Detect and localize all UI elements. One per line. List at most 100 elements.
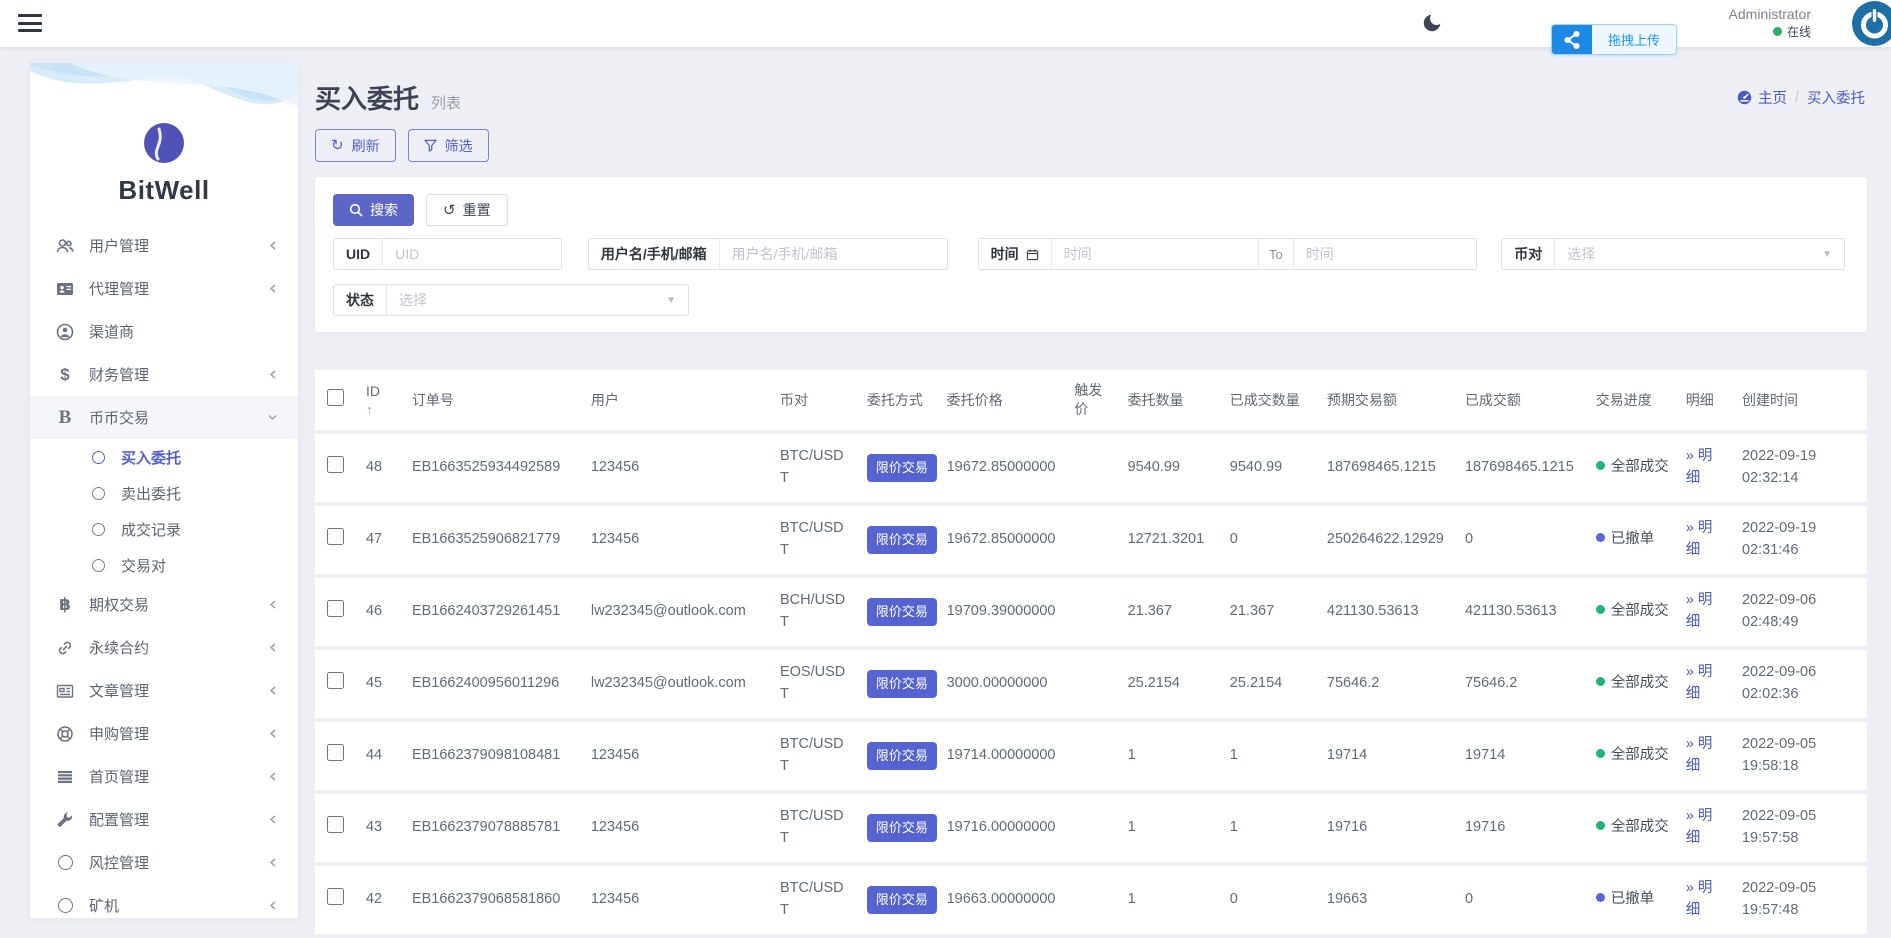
col-header-id[interactable]: ID↑ <box>358 370 404 430</box>
cell-order-no: EB1662403729261451 <box>404 578 583 646</box>
cell-expected-amount: 75646.2 <box>1319 650 1457 718</box>
hamburger-menu-icon[interactable] <box>18 13 42 33</box>
sidebar-subitem-buy-orders[interactable]: 买入委托 <box>30 439 298 475</box>
calendar-icon <box>1026 248 1039 261</box>
sidebar-item-config-management[interactable]: 配置管理 <box>30 798 298 841</box>
uid-input[interactable] <box>383 239 561 269</box>
breadcrumb-home-link[interactable]: 主页 <box>1737 87 1787 108</box>
chevron-left-icon <box>268 900 278 911</box>
sidebar-item-perpetual-contract[interactable]: 永续合约 <box>30 626 298 669</box>
row-checkbox[interactable] <box>327 744 344 761</box>
dollar-icon: $ <box>60 365 69 385</box>
cell-filled-qty: 25.2154 <box>1222 650 1319 718</box>
user-info[interactable]: Administrator 在线 <box>1729 5 1811 40</box>
detail-link[interactable]: »明细 <box>1686 736 1713 774</box>
row-checkbox[interactable] <box>327 600 344 617</box>
detail-link[interactable]: »明细 <box>1686 808 1713 846</box>
detail-link[interactable]: »明细 <box>1686 880 1713 918</box>
chevron-down-icon <box>267 412 278 422</box>
dark-mode-moon-icon[interactable] <box>1421 12 1443 34</box>
breadcrumb-current-link[interactable]: 买入委托 <box>1807 87 1865 108</box>
cell-amount: 21.367 <box>1120 578 1222 646</box>
sidebar-item-homepage-management[interactable]: 首页管理 <box>30 755 298 798</box>
sidebar-item-options-trade[interactable]: ฿ 期权交易 <box>30 583 298 626</box>
breadcrumb: 主页 / 买入委托 <box>1737 87 1865 108</box>
detail-link[interactable]: »明细 <box>1686 448 1713 486</box>
cell-filled-amount: 75646.2 <box>1457 650 1588 718</box>
cell-user: 123456 <box>583 506 772 574</box>
account-input[interactable] <box>720 239 947 269</box>
row-checkbox[interactable] <box>327 888 344 905</box>
sidebar-item-channel-dealer[interactable]: 渠道商 <box>30 310 298 353</box>
detail-link[interactable]: »明细 <box>1686 592 1713 630</box>
cell-pair: BTC/USDT <box>772 506 859 574</box>
sidebar-item-article-management[interactable]: 文章管理 <box>30 669 298 712</box>
row-checkbox[interactable] <box>327 816 344 833</box>
sidebar-item-user-management[interactable]: 用户管理 <box>30 224 298 267</box>
sidebar-subitem-sell-orders[interactable]: 卖出委托 <box>30 475 298 511</box>
sidebar-item-subscription-management[interactable]: 申购管理 <box>30 712 298 755</box>
col-header-price: 委托价格 <box>939 370 1067 430</box>
newspaper-icon <box>54 681 76 701</box>
detail-arrows-icon: » <box>1686 808 1694 824</box>
cell-id: 42 <box>358 866 404 934</box>
row-checkbox[interactable] <box>327 528 344 545</box>
dropdown-caret-icon: ▼ <box>1822 249 1832 260</box>
cell-created: 2022-09-05 19:58:18 <box>1734 722 1867 790</box>
sidebar-item-label: 币币交易 <box>89 407 149 428</box>
sidebar-item-label: 渠道商 <box>89 321 134 342</box>
sidebar-item-agent-management[interactable]: 代理管理 <box>30 267 298 310</box>
status-select[interactable]: 选择 ▼ <box>387 285 688 315</box>
status-dot <box>1596 461 1605 470</box>
detail-link[interactable]: »明细 <box>1686 520 1713 558</box>
row-checkbox[interactable] <box>327 672 344 689</box>
row-checkbox[interactable] <box>327 456 344 473</box>
select-all-checkbox[interactable] <box>327 389 344 406</box>
drag-upload-button[interactable]: 拖拽上传 <box>1551 24 1677 55</box>
coin-b-icon: B <box>59 407 72 429</box>
dashboard-icon <box>1737 90 1752 105</box>
chevron-left-icon <box>268 369 278 380</box>
refresh-button[interactable]: ↻ 刷新 <box>315 129 396 162</box>
status-text: 全部成交 <box>1611 675 1669 691</box>
time-label: 时间 <box>979 239 1052 269</box>
account-filter: 用户名/手机/邮箱 <box>588 238 948 270</box>
order-type-badge: 限价交易 <box>867 598 937 626</box>
cell-price: 19672.85000000 <box>939 506 1067 574</box>
filter-button[interactable]: 筛选 <box>408 129 489 162</box>
list-bars-icon <box>54 767 76 787</box>
sidebar-item-miner[interactable]: 矿机 <box>30 884 298 927</box>
person-circle-icon <box>54 322 76 342</box>
time-to-input[interactable] <box>1294 239 1477 269</box>
chevron-left-icon <box>268 240 278 251</box>
pair-select[interactable]: 选择 ▼ <box>1555 239 1844 269</box>
radio-bullet-icon <box>92 523 105 536</box>
cell-filled-amount: 19716 <box>1457 794 1588 862</box>
upload-label: 拖拽上传 <box>1592 25 1676 54</box>
status-dot <box>1596 605 1605 614</box>
sidebar-subitem-trading-pairs[interactable]: 交易对 <box>30 547 298 583</box>
status-text: 已撤单 <box>1611 891 1655 907</box>
col-header-expected: 预期交易额 <box>1319 370 1457 430</box>
sidebar-subitem-trade-records[interactable]: 成交记录 <box>30 511 298 547</box>
radio-bullet-icon <box>92 451 105 464</box>
reset-button[interactable]: ↺ 重置 <box>426 194 508 226</box>
cell-pair: BTC/USDT <box>772 794 859 862</box>
cell-expected-amount: 19716 <box>1319 794 1457 862</box>
order-type-badge: 限价交易 <box>867 454 937 482</box>
chevron-left-icon <box>268 857 278 868</box>
sidebar-item-label: 风控管理 <box>89 852 149 873</box>
sidebar-item-finance-management[interactable]: $ 财务管理 <box>30 353 298 396</box>
table-row: 46 EB1662403729261451 lw232345@outlook.c… <box>315 578 1867 646</box>
status-text: 全部成交 <box>1611 459 1669 475</box>
search-button[interactable]: 搜索 <box>333 194 414 226</box>
circle-icon <box>54 898 76 913</box>
time-from-input[interactable] <box>1052 239 1258 269</box>
avatar[interactable] <box>1852 1 1891 46</box>
cell-price: 19672.85000000 <box>939 434 1067 502</box>
detail-link[interactable]: »明细 <box>1686 664 1713 702</box>
col-header-trigger: 触发价 <box>1066 370 1119 430</box>
sidebar-item-risk-management[interactable]: 风控管理 <box>30 841 298 884</box>
sidebar-item-coin-trade[interactable]: B 币币交易 <box>30 396 298 439</box>
cell-id: 45 <box>358 650 404 718</box>
